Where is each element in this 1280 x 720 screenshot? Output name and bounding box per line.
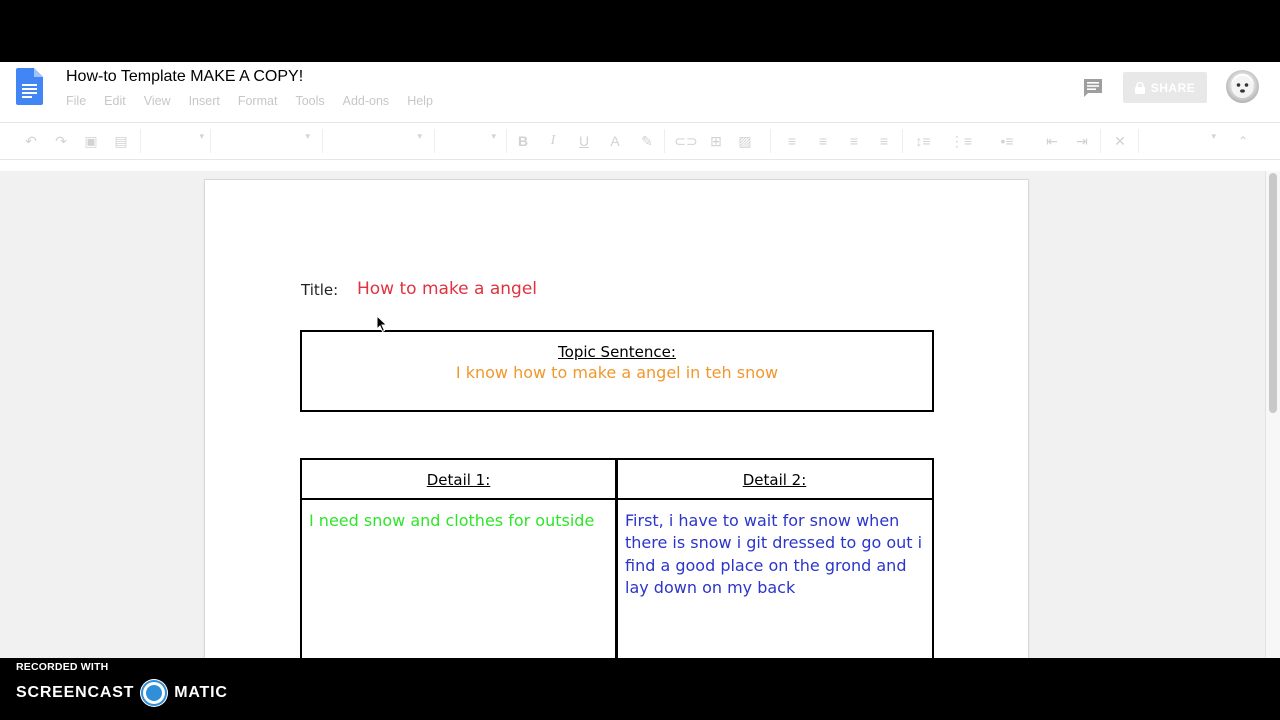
record-dot-icon bbox=[140, 679, 169, 707]
insert-image-icon[interactable]: ▨ bbox=[735, 131, 755, 151]
vertical-scrollbar[interactable] bbox=[1265, 171, 1280, 658]
comments-icon[interactable] bbox=[1083, 78, 1103, 98]
toolbar-separator bbox=[770, 129, 771, 153]
underline-icon[interactable]: U bbox=[575, 131, 593, 151]
menu-format[interactable]: Format bbox=[238, 94, 278, 108]
details-table: Detail 1: Detail 2: I need snow and clot… bbox=[300, 458, 934, 658]
print-icon[interactable]: ▣ bbox=[82, 131, 100, 151]
formatting-toolbar: ↶ ↷ ▣ ▤ ▾ ▾ ▾ ▾ B I U A ✎ ⊂⊃ ⊞ ▨ ≡ ≡ ≡ ≡… bbox=[0, 122, 1280, 160]
undo-icon[interactable]: ↶ bbox=[22, 131, 40, 151]
detail2-text[interactable]: First, i have to wait for snow when ther… bbox=[625, 510, 925, 599]
topic-sentence-box[interactable]: Topic Sentence: I know how to make a ang… bbox=[300, 330, 934, 412]
dog-avatar-icon bbox=[1231, 76, 1254, 98]
recorder-top-bar bbox=[0, 0, 1280, 62]
menu-insert[interactable]: Insert bbox=[189, 94, 220, 108]
toolbar-separator bbox=[1138, 129, 1139, 153]
increase-indent-icon[interactable]: ⇥ bbox=[1072, 131, 1092, 151]
bulleted-list-icon[interactable]: •≡ bbox=[996, 131, 1018, 151]
menu-tools[interactable]: Tools bbox=[295, 94, 324, 108]
topic-text[interactable]: I know how to make a angel in teh snow bbox=[302, 363, 932, 382]
align-left-icon[interactable]: ≡ bbox=[783, 131, 801, 151]
title-value[interactable]: How to make a angel bbox=[357, 279, 537, 299]
lock-icon bbox=[1134, 81, 1145, 94]
highlight-icon[interactable]: ✎ bbox=[638, 131, 656, 151]
watermark-brand-left: SCREENCAST bbox=[16, 684, 135, 701]
toolbar-separator bbox=[322, 129, 323, 153]
zoom-dropdown[interactable]: ▾ bbox=[148, 131, 204, 151]
link-icon[interactable]: ⊂⊃ bbox=[674, 131, 697, 151]
numbered-list-icon[interactable]: ⋮≡ bbox=[950, 131, 972, 151]
table-header-divider bbox=[302, 498, 932, 500]
screencast-watermark: RECORDED WITH SCREENCAST MATIC bbox=[16, 661, 228, 707]
bold-icon[interactable]: B bbox=[514, 131, 532, 151]
table-column-divider bbox=[615, 460, 618, 658]
document-title[interactable]: How-to Template MAKE A COPY! bbox=[66, 68, 303, 86]
menu-edit[interactable]: Edit bbox=[104, 94, 126, 108]
topic-heading: Topic Sentence: bbox=[558, 343, 676, 361]
editing-mode-dropdown[interactable]: ▾ bbox=[1146, 131, 1216, 151]
text-color-icon[interactable]: A bbox=[606, 131, 624, 151]
font-size-dropdown[interactable]: ▾ bbox=[442, 131, 496, 151]
font-dropdown[interactable]: ▾ bbox=[330, 131, 422, 151]
detail1-heading: Detail 1: bbox=[426, 471, 491, 489]
menu-file[interactable]: File bbox=[66, 94, 86, 108]
redo-icon[interactable]: ↷ bbox=[52, 131, 70, 151]
toolbar-separator bbox=[210, 129, 211, 153]
decrease-indent-icon[interactable]: ⇤ bbox=[1042, 131, 1062, 151]
insert-comment-icon[interactable]: ⊞ bbox=[706, 131, 726, 151]
toolbar-separator bbox=[434, 129, 435, 153]
align-center-icon[interactable]: ≡ bbox=[814, 131, 832, 151]
menu-addons[interactable]: Add-ons bbox=[343, 94, 390, 108]
style-dropdown[interactable]: ▾ bbox=[218, 131, 310, 151]
docs-header: How-to Template MAKE A COPY! File Edit V… bbox=[0, 62, 1280, 120]
collapse-toolbar-icon[interactable]: ⌃ bbox=[1234, 131, 1252, 151]
watermark-caption: RECORDED WITH bbox=[16, 661, 109, 673]
menu-view[interactable]: View bbox=[144, 94, 171, 108]
paint-format-icon[interactable]: ▤ bbox=[112, 131, 130, 151]
toolbar-separator bbox=[1100, 129, 1101, 153]
align-right-icon[interactable]: ≡ bbox=[845, 131, 863, 151]
docs-logo-icon[interactable] bbox=[16, 68, 43, 105]
scrollbar-thumb[interactable] bbox=[1269, 173, 1277, 413]
toolbar-separator bbox=[140, 129, 141, 153]
clear-formatting-icon[interactable]: ✕ bbox=[1110, 131, 1130, 151]
title-label: Title: bbox=[301, 281, 339, 299]
detail2-heading: Detail 2: bbox=[742, 471, 807, 489]
google-docs-window: How-to Template MAKE A COPY! File Edit V… bbox=[0, 62, 1280, 658]
line-spacing-icon[interactable]: ↕≡ bbox=[913, 131, 933, 151]
menu-help[interactable]: Help bbox=[407, 94, 433, 108]
menu-bar: File Edit View Insert Format Tools Add-o… bbox=[66, 94, 451, 108]
user-avatar[interactable] bbox=[1226, 70, 1259, 103]
toolbar-separator bbox=[506, 129, 507, 153]
share-label: SHARE bbox=[1150, 80, 1196, 95]
watermark-brand-right: MATIC bbox=[174, 684, 228, 701]
mouse-cursor-icon bbox=[376, 315, 388, 333]
detail1-text[interactable]: I need snow and clothes for outside bbox=[309, 510, 604, 532]
document-page[interactable]: Title: How to make a angel Topic Sentenc… bbox=[205, 180, 1028, 658]
toolbar-separator bbox=[902, 129, 903, 153]
toolbar-separator bbox=[664, 129, 665, 153]
justify-icon[interactable]: ≡ bbox=[875, 131, 893, 151]
share-button[interactable]: SHARE bbox=[1123, 72, 1207, 103]
italic-icon[interactable]: I bbox=[544, 131, 562, 151]
watermark-brand: SCREENCAST MATIC bbox=[16, 679, 228, 707]
